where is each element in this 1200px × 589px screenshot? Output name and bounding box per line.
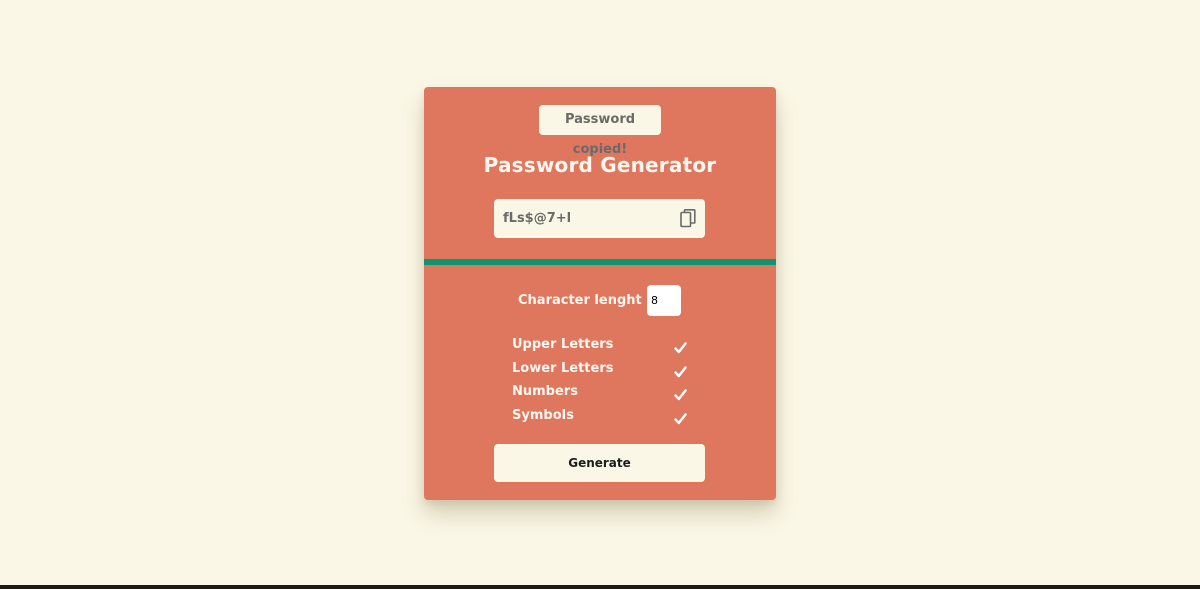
password-display: fLs$@7+l <box>494 199 705 238</box>
option-label: Upper Letters <box>512 337 614 352</box>
length-label: Character lenght is: <box>518 293 664 308</box>
length-row: Character lenght is: <box>424 285 776 317</box>
strength-bar <box>424 259 776 265</box>
option-upper-letters: Upper Letters <box>512 335 692 359</box>
copy-icon[interactable] <box>680 209 696 228</box>
options-list: Upper Letters Lower Letters Numbers Symb… <box>512 335 692 429</box>
option-label: Symbols <box>512 407 574 423</box>
check-icon[interactable] <box>674 386 687 401</box>
option-label: Lower Letters <box>512 360 614 376</box>
option-symbols: Symbols <box>512 406 692 430</box>
check-icon[interactable] <box>674 363 687 377</box>
check-icon[interactable] <box>674 410 687 424</box>
option-label: Numbers <box>512 384 578 399</box>
generate-button[interactable]: Generate <box>494 444 705 482</box>
length-input[interactable] <box>647 285 681 316</box>
bottom-border <box>0 585 1200 589</box>
copied-toast: Password copied! <box>539 105 661 157</box>
check-icon[interactable] <box>674 339 687 354</box>
page: Password copied! Password Generator fLs$… <box>0 0 1200 589</box>
app-title: Password Generator <box>483 153 717 177</box>
generator-card: Password copied! Password Generator fLs$… <box>424 87 776 500</box>
option-lower-letters: Lower Letters <box>512 359 692 383</box>
option-numbers: Numbers <box>512 382 692 406</box>
password-value: fLs$@7+l <box>503 211 572 226</box>
